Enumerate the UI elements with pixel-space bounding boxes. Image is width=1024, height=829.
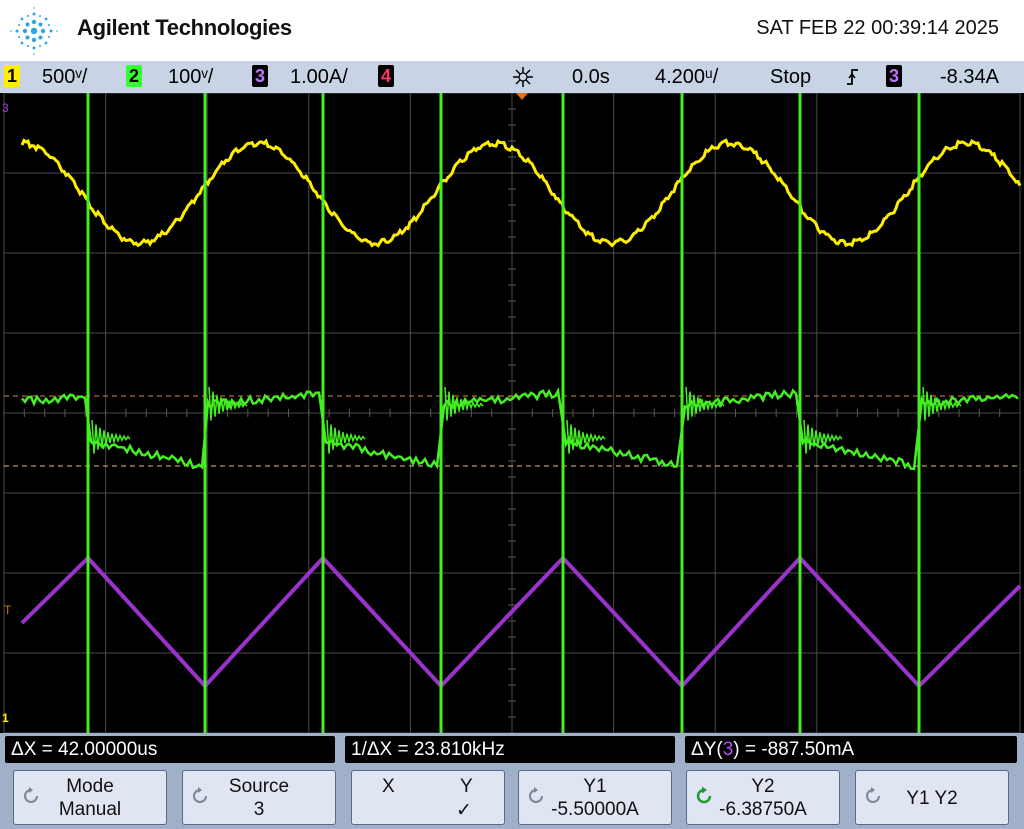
channel-2-ringing (803, 419, 843, 454)
channel-1-indicator[interactable]: 1 (4, 64, 20, 90)
xy-softkey[interactable]: X Y ✓ (351, 770, 505, 825)
source-softkey[interactable]: Source 3 (182, 770, 336, 825)
channel-2-ringing (685, 386, 725, 421)
timebase-scale: 4.200ᵘ/ (655, 66, 719, 88)
agilent-spark-icon (10, 7, 58, 55)
channel-3-badge: 3 (252, 65, 268, 88)
run-state: Stop (770, 66, 812, 88)
graticule (3, 93, 1021, 733)
trigger-level-marker: T (4, 603, 12, 617)
xy-softkey-check-icon: ✓ (456, 800, 472, 821)
delta-y-value: ) = -887.50mA (733, 739, 855, 760)
trigger-slope-icon (845, 64, 861, 90)
waveform-display[interactable]: 3 T 1 (0, 93, 1024, 733)
channel-2-ringing (922, 386, 962, 421)
delta-y-prefix: ΔY( (691, 739, 723, 760)
y1-softkey[interactable]: Y1 -5.50000A (518, 770, 672, 825)
y2-softkey-title: Y2 (751, 776, 775, 797)
channel-3-indicator[interactable]: 3 (252, 64, 268, 90)
source-softkey-value: 3 (253, 799, 265, 820)
mode-softkey-value: Manual (58, 799, 122, 820)
softkey-bar: Mode Manual Source 3 X Y ✓ Y1 -5.50000A … (0, 766, 1024, 829)
channel-3-trace (20, 555, 1022, 689)
channel-4-indicator[interactable]: 4 (378, 64, 394, 90)
xy-softkey-x: X (382, 776, 395, 797)
inverse-delta-x-readout: 1/ΔX = 23.810kHz (345, 736, 675, 763)
channel-1-scale: 500ᵛ/ (42, 66, 88, 88)
y1y2-softkey[interactable]: Y1 Y2 (855, 770, 1009, 825)
measurement-bar: ΔX = 42.00000us 1/ΔX = 23.810kHz ΔY(3) =… (0, 733, 1024, 766)
y2-softkey[interactable]: Y2 -6.38750A (686, 770, 840, 825)
channel-2-indicator[interactable]: 2 (126, 64, 142, 90)
delta-y-channel: 3 (722, 739, 734, 760)
delay-icon (510, 64, 536, 90)
trigger-position-marker (516, 93, 528, 100)
mode-softkey-title: Mode (66, 776, 114, 797)
trigger-source[interactable]: 3 (886, 64, 902, 90)
horizontal-delay: 0.0s (572, 66, 610, 88)
delta-y-readout: ΔY(3) = -887.50mA (685, 736, 1017, 763)
y1y2-softkey-label: Y1 Y2 (906, 788, 958, 809)
channel-1-ground-marker: 1 (2, 711, 9, 725)
channel-2-badge: 2 (126, 65, 142, 88)
y1-softkey-title: Y1 (583, 776, 607, 797)
trigger-level: -8.34A (940, 66, 999, 88)
channel-2-trace (21, 387, 1019, 471)
channel-2-scale: 100ᵛ/ (168, 66, 214, 88)
channel-2-ringing (444, 386, 484, 421)
mode-softkey[interactable]: Mode Manual (13, 770, 167, 825)
delta-x-readout: ΔX = 42.00000us (5, 736, 335, 763)
trigger-source-badge: 3 (886, 65, 902, 88)
status-bar: 1 500ᵛ/ 2 100ᵛ/ 3 1.00A/ 4 0.0s 4.200ᵘ/ … (0, 61, 1024, 93)
y2-softkey-value: -6.38750A (719, 799, 807, 820)
channel-3-scale: 1.00A/ (290, 66, 348, 88)
y1-softkey-value: -5.50000A (551, 799, 639, 820)
channel-4-badge: 4 (378, 65, 394, 88)
source-softkey-title: Source (228, 776, 290, 797)
channel-3-ground-marker: 3 (2, 101, 9, 115)
brand-name: Agilent Technologies (77, 15, 292, 40)
datetime: SAT FEB 22 00:39:14 2025 (756, 17, 999, 39)
channel-1-trace (20, 138, 1022, 248)
xy-softkey-y: Y (460, 776, 473, 797)
channel-1-badge: 1 (4, 65, 20, 88)
header: Agilent Technologies SAT FEB 22 00:39:14… (0, 0, 1024, 61)
